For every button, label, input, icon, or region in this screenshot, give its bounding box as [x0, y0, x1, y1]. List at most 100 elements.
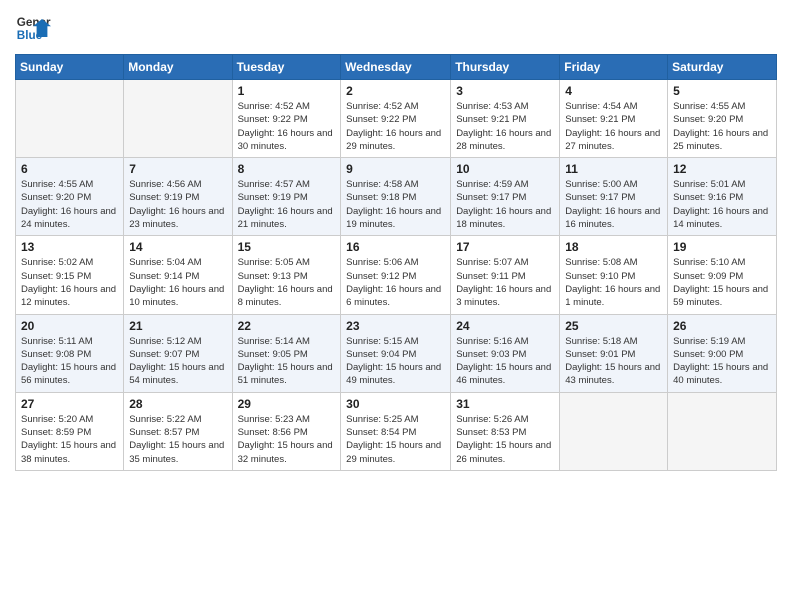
- day-info: Sunrise: 4:55 AMSunset: 9:20 PMDaylight:…: [673, 100, 771, 153]
- day-info: Sunrise: 5:02 AMSunset: 9:15 PMDaylight:…: [21, 256, 118, 309]
- week-row-2: 6Sunrise: 4:55 AMSunset: 9:20 PMDaylight…: [16, 158, 777, 236]
- weekday-header-monday: Monday: [124, 55, 232, 80]
- calendar-cell: 23Sunrise: 5:15 AMSunset: 9:04 PMDayligh…: [341, 314, 451, 392]
- day-number: 8: [238, 162, 336, 176]
- calendar-page: General Blue SundayMondayTuesdayWednesda…: [0, 0, 792, 612]
- calendar-cell: 25 Sunrise: 5:18 AMSunset: 9:01 PMDayligh…: [560, 314, 668, 392]
- weekday-header-tuesday: Tuesday: [232, 55, 341, 80]
- day-number: 16: [346, 240, 445, 254]
- calendar-cell: 22 Sunrise: 5:14 AMSunset: 9:05 PMDayligh…: [232, 314, 341, 392]
- day-number: 21: [129, 319, 226, 333]
- calendar-cell: 3 Sunrise: 4:53 AMSunset: 9:21 PMDaylight…: [451, 80, 560, 158]
- day-info: Sunrise: 5:18 AMSunset: 9:01 PMDaylight:…: [565, 335, 662, 388]
- day-info: Sunrise: 5:19 AMSunset: 9:00 PMDaylight:…: [673, 335, 771, 388]
- week-row-5: 27 Sunrise: 5:20 AMSunset: 8:59 PMDayligh…: [16, 392, 777, 470]
- calendar-cell: [560, 392, 668, 470]
- day-number: 9: [346, 162, 445, 176]
- calendar-cell: 24 Sunrise: 5:16 AMSunset: 9:03 PMDayligh…: [451, 314, 560, 392]
- day-info: Sunrise: 4:58 AMSunset: 9:18 PMDaylight:…: [346, 178, 445, 231]
- calendar-cell: 21 Sunrise: 5:12 AMSunset: 9:07 PMDayligh…: [124, 314, 232, 392]
- day-number: 10: [456, 162, 554, 176]
- calendar-cell: 27 Sunrise: 5:20 AMSunset: 8:59 PMDayligh…: [16, 392, 124, 470]
- day-number: 3: [456, 84, 554, 98]
- day-number: 22: [238, 319, 336, 333]
- calendar-cell: 10 Sunrise: 4:59 AMSunset: 9:17 PMDayligh…: [451, 158, 560, 236]
- weekday-header-wednesday: Wednesday: [341, 55, 451, 80]
- day-number: 30: [346, 397, 445, 411]
- week-row-4: 20 Sunrise: 5:11 AMSunset: 9:08 PMDayligh…: [16, 314, 777, 392]
- day-number: 6: [21, 162, 118, 176]
- calendar-cell: 11Sunrise: 5:00 AMSunset: 9:17 PMDayligh…: [560, 158, 668, 236]
- day-number: 29: [238, 397, 336, 411]
- weekday-header-friday: Friday: [560, 55, 668, 80]
- calendar-cell: 29 Sunrise: 5:23 AMSunset: 8:56 PMDayligh…: [232, 392, 341, 470]
- day-info: Sunrise: 5:07 AMSunset: 9:11 PMDaylight:…: [456, 256, 554, 309]
- day-info: Sunrise: 4:52 AMSunset: 9:22 PMDaylight:…: [238, 100, 336, 153]
- calendar-cell: 28 Sunrise: 5:22 AMSunset: 8:57 PMDayligh…: [124, 392, 232, 470]
- calendar-cell: 8 Sunrise: 4:57 AMSunset: 9:19 PMDaylight…: [232, 158, 341, 236]
- calendar-cell: 5 Sunrise: 4:55 AMSunset: 9:20 PMDaylight…: [668, 80, 777, 158]
- day-number: 2: [346, 84, 445, 98]
- calendar-cell: [16, 80, 124, 158]
- day-info: Sunrise: 5:23 AMSunset: 8:56 PMDaylight:…: [238, 413, 336, 466]
- day-number: 12: [673, 162, 771, 176]
- day-number: 5: [673, 84, 771, 98]
- day-number: 4: [565, 84, 662, 98]
- calendar-cell: 4 Sunrise: 4:54 AMSunset: 9:21 PMDaylight…: [560, 80, 668, 158]
- day-number: 1: [238, 84, 336, 98]
- day-number: 28: [129, 397, 226, 411]
- calendar-cell: 13 Sunrise: 5:02 AMSunset: 9:15 PMDayligh…: [16, 236, 124, 314]
- day-info: Sunrise: 4:53 AMSunset: 9:21 PMDaylight:…: [456, 100, 554, 153]
- weekday-header-saturday: Saturday: [668, 55, 777, 80]
- day-number: 26: [673, 319, 771, 333]
- calendar-cell: 12Sunrise: 5:01 AMSunset: 9:16 PMDayligh…: [668, 158, 777, 236]
- day-info: Sunrise: 4:57 AMSunset: 9:19 PMDaylight:…: [238, 178, 336, 231]
- day-info: Sunrise: 5:12 AMSunset: 9:07 PMDaylight:…: [129, 335, 226, 388]
- calendar-cell: 14 Sunrise: 5:04 AMSunset: 9:14 PMDayligh…: [124, 236, 232, 314]
- day-info: Sunrise: 5:20 AMSunset: 8:59 PMDaylight:…: [21, 413, 118, 466]
- logo: General Blue: [15, 10, 51, 46]
- day-number: 17: [456, 240, 554, 254]
- day-info: Sunrise: 5:26 AMSunset: 8:53 PMDaylight:…: [456, 413, 554, 466]
- day-info: Sunrise: 5:05 AMSunset: 9:13 PMDaylight:…: [238, 256, 336, 309]
- calendar-table: SundayMondayTuesdayWednesdayThursdayFrid…: [15, 54, 777, 471]
- day-info: Sunrise: 5:14 AMSunset: 9:05 PMDaylight:…: [238, 335, 336, 388]
- day-number: 20: [21, 319, 118, 333]
- day-info: Sunrise: 5:25 AMSunset: 8:54 PMDaylight:…: [346, 413, 445, 466]
- calendar-cell: 26 Sunrise: 5:19 AMSunset: 9:00 PMDayligh…: [668, 314, 777, 392]
- day-info: Sunrise: 5:00 AMSunset: 9:17 PMDaylight:…: [565, 178, 662, 231]
- day-info: Sunrise: 4:59 AMSunset: 9:17 PMDaylight:…: [456, 178, 554, 231]
- calendar-cell: 17 Sunrise: 5:07 AMSunset: 9:11 PMDayligh…: [451, 236, 560, 314]
- calendar-cell: 6Sunrise: 4:55 AMSunset: 9:20 PMDaylight…: [16, 158, 124, 236]
- calendar-cell: 2 Sunrise: 4:52 AMSunset: 9:22 PMDaylight…: [341, 80, 451, 158]
- day-number: 24: [456, 319, 554, 333]
- day-info: Sunrise: 5:22 AMSunset: 8:57 PMDaylight:…: [129, 413, 226, 466]
- day-number: 13: [21, 240, 118, 254]
- week-row-3: 13 Sunrise: 5:02 AMSunset: 9:15 PMDayligh…: [16, 236, 777, 314]
- day-info: Sunrise: 5:06 AMSunset: 9:12 PMDaylight:…: [346, 256, 445, 309]
- day-number: 31: [456, 397, 554, 411]
- weekday-header-row: SundayMondayTuesdayWednesdayThursdayFrid…: [16, 55, 777, 80]
- day-number: 18: [565, 240, 662, 254]
- logo-icon: General Blue: [15, 10, 51, 46]
- day-info: Sunrise: 5:16 AMSunset: 9:03 PMDaylight:…: [456, 335, 554, 388]
- day-info: Sunrise: 4:52 AMSunset: 9:22 PMDaylight:…: [346, 100, 445, 153]
- calendar-cell: 31 Sunrise: 5:26 AMSunset: 8:53 PMDayligh…: [451, 392, 560, 470]
- day-number: 25: [565, 319, 662, 333]
- day-info: Sunrise: 4:56 AMSunset: 9:19 PMDaylight:…: [129, 178, 226, 231]
- day-number: 19: [673, 240, 771, 254]
- calendar-cell: [668, 392, 777, 470]
- day-number: 15: [238, 240, 336, 254]
- day-info: Sunrise: 5:11 AMSunset: 9:08 PMDaylight:…: [21, 335, 118, 388]
- week-row-1: 1 Sunrise: 4:52 AMSunset: 9:22 PMDaylight…: [16, 80, 777, 158]
- calendar-cell: 1 Sunrise: 4:52 AMSunset: 9:22 PMDaylight…: [232, 80, 341, 158]
- day-info: Sunrise: 5:04 AMSunset: 9:14 PMDaylight:…: [129, 256, 226, 309]
- day-info: Sunrise: 5:15 AMSunset: 9:04 PMDaylight:…: [346, 335, 445, 388]
- day-number: 7: [129, 162, 226, 176]
- calendar-cell: 30 Sunrise: 5:25 AMSunset: 8:54 PMDayligh…: [341, 392, 451, 470]
- calendar-cell: 9 Sunrise: 4:58 AMSunset: 9:18 PMDaylight…: [341, 158, 451, 236]
- day-info: Sunrise: 5:10 AMSunset: 9:09 PMDaylight:…: [673, 256, 771, 309]
- day-number: 27: [21, 397, 118, 411]
- day-number: 14: [129, 240, 226, 254]
- day-info: Sunrise: 4:54 AMSunset: 9:21 PMDaylight:…: [565, 100, 662, 153]
